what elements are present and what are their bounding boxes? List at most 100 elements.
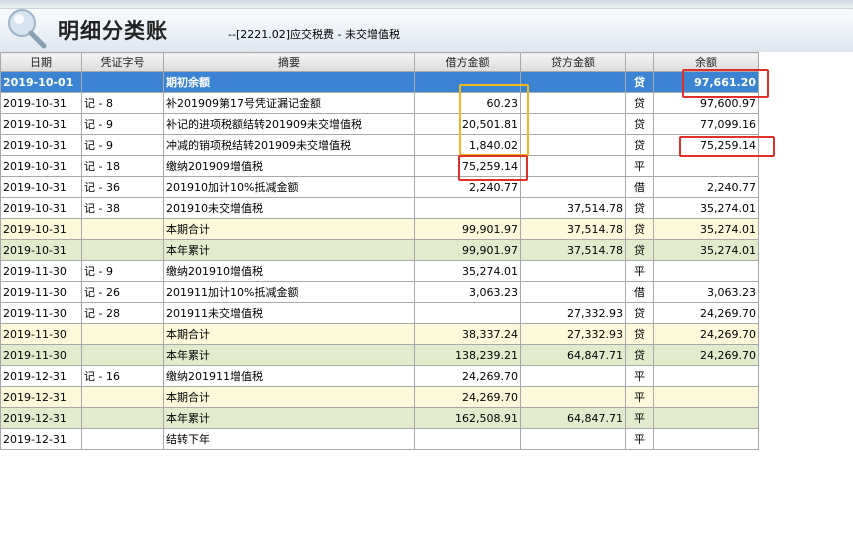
cell-voucher <box>81 344 164 366</box>
table-row[interactable]: 2019-12-31 本年累计 162,508.91 64,847.71 平 <box>0 407 759 429</box>
table-row[interactable]: 2019-12-31 结转下年 平 <box>0 428 759 450</box>
cell-summary: 201911加计10%抵减金额 <box>163 281 415 303</box>
cell-summary: 本期合计 <box>163 386 415 408</box>
col-header-debit[interactable]: 借方金额 <box>414 52 521 72</box>
table-row[interactable]: 2019-10-01 期初余额 贷 97,661.20 <box>0 71 759 93</box>
table-row[interactable]: 2019-10-31 记 - 9 补记的进项税额结转201909未交增值税 20,50… <box>0 113 759 135</box>
ledger-body: 2019-10-01 期初余额贷 97,661.20 2019-10-31 记 - 8补… <box>0 71 759 450</box>
cell-date: 2019-12-31 <box>0 386 82 408</box>
cell-credit <box>520 365 626 387</box>
cell-credit: 37,514.78 <box>520 218 626 240</box>
cell-date: 2019-11-30 <box>0 323 82 345</box>
top-strip <box>0 0 853 9</box>
cell-summary: 缴纳201909增值税 <box>163 155 415 177</box>
cell-voucher <box>81 239 164 261</box>
cell-summary: 本期合计 <box>163 323 415 345</box>
cell-credit: 64,847.71 <box>520 407 626 429</box>
cell-voucher: 记 - 9 <box>81 260 164 282</box>
cell-direction: 平 <box>625 365 654 387</box>
table-row[interactable]: 2019-11-30 记 - 28 201911未交增值税 27,332.93 贷 24,… <box>0 302 759 324</box>
col-header-direction[interactable] <box>625 52 654 72</box>
cell-debit: 3,063.23 <box>414 281 521 303</box>
cell-summary: 201911未交增值税 <box>163 302 415 324</box>
cell-credit <box>520 176 626 198</box>
col-header-date[interactable]: 日期 <box>0 52 82 72</box>
cell-balance <box>653 365 759 387</box>
ledger-table: 日期 凭证字号 摘要 借方金额 贷方金额 余额 2019-10-01 期初余额贷 9… <box>0 52 759 450</box>
cell-direction: 贷 <box>625 71 654 93</box>
cell-date: 2019-10-31 <box>0 176 82 198</box>
table-row[interactable]: 2019-11-30 记 - 26 201911加计10%抵减金额 3,063.23 借… <box>0 281 759 303</box>
table-row[interactable]: 2019-11-30 本期合计 38,337.24 27,332.93 贷 24,269.… <box>0 323 759 345</box>
cell-voucher <box>81 386 164 408</box>
cell-debit: 60.23 <box>414 92 521 114</box>
table-row[interactable]: 2019-10-31 记 - 36 201910加计10%抵减金额 2,240.77 借… <box>0 176 759 198</box>
table-row[interactable]: 2019-11-30 记 - 9 缴纳201910增值税 35,274.01 平 <box>0 260 759 282</box>
cell-balance: 35,274.01 <box>653 239 759 261</box>
cell-voucher: 记 - 8 <box>81 92 164 114</box>
cell-balance: 24,269.70 <box>653 302 759 324</box>
cell-voucher: 记 - 16 <box>81 365 164 387</box>
cell-credit <box>520 428 626 450</box>
cell-date: 2019-10-31 <box>0 218 82 240</box>
table-row[interactable]: 2019-10-31 记 - 18 缴纳201909增值税 75,259.14 平 <box>0 155 759 177</box>
table-row[interactable]: 2019-10-31 记 - 38 201910未交增值税 37,514.78 贷 35,… <box>0 197 759 219</box>
table-row[interactable]: 2019-12-31 记 - 16 缴纳201911增值税 24,269.70 平 <box>0 365 759 387</box>
cell-voucher: 记 - 36 <box>81 176 164 198</box>
cell-direction: 贷 <box>625 113 654 135</box>
col-header-credit[interactable]: 贷方金额 <box>520 52 626 72</box>
table-row[interactable]: 2019-10-31 记 - 9 冲减的销项税结转201909未交增值税 1,840.… <box>0 134 759 156</box>
cell-credit: 37,514.78 <box>520 239 626 261</box>
table-row[interactable]: 2019-10-31 记 - 8 补201909第17号凭证漏记金额 60.23 贷 97… <box>0 92 759 114</box>
table-row[interactable]: 2019-11-30 本年累计 138,239.21 64,847.71 贷 24,269… <box>0 344 759 366</box>
cell-voucher: 记 - 28 <box>81 302 164 324</box>
cell-summary: 补记的进项税额结转201909未交增值税 <box>163 113 415 135</box>
cell-credit <box>520 386 626 408</box>
cell-balance: 3,063.23 <box>653 281 759 303</box>
cell-balance: 77,099.16 <box>653 113 759 135</box>
cell-debit <box>414 71 521 93</box>
cell-credit <box>520 92 626 114</box>
cell-debit: 99,901.97 <box>414 218 521 240</box>
table-row[interactable]: 2019-10-31 本期合计 99,901.97 37,514.78 贷 35,274.… <box>0 218 759 240</box>
cell-voucher <box>81 428 164 450</box>
cell-debit: 24,269.70 <box>414 365 521 387</box>
table-row[interactable]: 2019-12-31 本期合计 24,269.70 平 <box>0 386 759 408</box>
cell-balance <box>653 155 759 177</box>
col-header-summary[interactable]: 摘要 <box>163 52 415 72</box>
cell-direction: 贷 <box>625 134 654 156</box>
cell-voucher: 记 - 9 <box>81 134 164 156</box>
col-header-voucher[interactable]: 凭证字号 <box>81 52 164 72</box>
cell-date: 2019-10-31 <box>0 134 82 156</box>
cell-credit <box>520 71 626 93</box>
cell-debit: 24,269.70 <box>414 386 521 408</box>
table-header-row: 日期 凭证字号 摘要 借方金额 贷方金额 余额 <box>0 52 759 72</box>
cell-credit <box>520 113 626 135</box>
cell-debit: 162,508.91 <box>414 407 521 429</box>
cell-credit: 37,514.78 <box>520 197 626 219</box>
table-row[interactable]: 2019-10-31 本年累计 99,901.97 37,514.78 贷 35,274.… <box>0 239 759 261</box>
cell-credit: 27,332.93 <box>520 323 626 345</box>
cell-balance: 24,269.70 <box>653 344 759 366</box>
cell-summary: 本年累计 <box>163 407 415 429</box>
cell-balance: 97,600.97 <box>653 92 759 114</box>
cell-date: 2019-10-01 <box>0 71 82 93</box>
cell-summary: 期初余额 <box>163 71 415 93</box>
cell-debit: 38,337.24 <box>414 323 521 345</box>
cell-credit: 64,847.71 <box>520 344 626 366</box>
cell-direction: 借 <box>625 176 654 198</box>
cell-direction: 平 <box>625 260 654 282</box>
page-title: 明细分类账 <box>58 19 168 43</box>
cell-debit: 75,259.14 <box>414 155 521 177</box>
cell-debit: 2,240.77 <box>414 176 521 198</box>
cell-summary: 结转下年 <box>163 428 415 450</box>
cell-direction: 贷 <box>625 218 654 240</box>
cell-date: 2019-11-30 <box>0 260 82 282</box>
account-subtitle: --[2221.02]应交税费 - 未交增值税 <box>228 28 400 41</box>
cell-date: 2019-10-31 <box>0 113 82 135</box>
cell-voucher: 记 - 9 <box>81 113 164 135</box>
cell-date: 2019-12-31 <box>0 365 82 387</box>
col-header-balance[interactable]: 余额 <box>653 52 759 72</box>
cell-voucher <box>81 71 164 93</box>
cell-summary: 冲减的销项税结转201909未交增值税 <box>163 134 415 156</box>
